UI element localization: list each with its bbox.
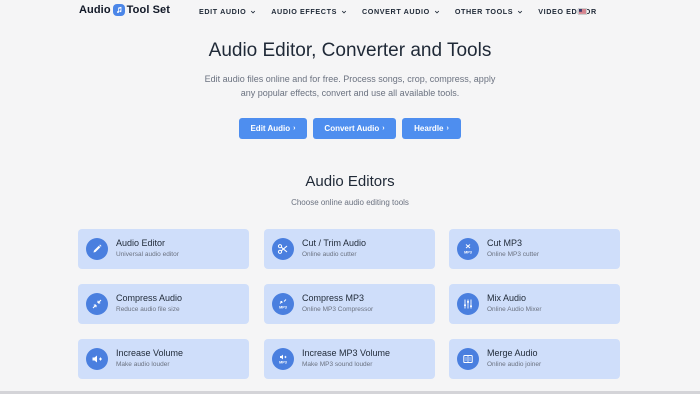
us-flag-icon[interactable]: [578, 8, 587, 15]
edit-audio-button[interactable]: Edit Audio ›: [239, 118, 307, 139]
chevron-down-icon: [434, 10, 439, 13]
tool-card-increase-mp3-volume[interactable]: MP3 Increase MP3 Volume Make MP3 sound l…: [264, 339, 435, 379]
volume-up-icon: [86, 348, 108, 370]
tool-card-compress-audio[interactable]: Compress Audio Reduce audio file size: [78, 284, 249, 324]
main-menu: EDIT AUDIO AUDIO EFFECTS CONVERT AUDIO O…: [199, 7, 612, 16]
tool-title: Compress MP3: [302, 293, 365, 303]
chevron-right-icon: ›: [293, 125, 296, 132]
tool-description: Online Audio Mixer: [487, 306, 542, 313]
mp3-badge-text: MP3: [279, 306, 287, 310]
page-title: Audio Editor, Converter and Tools: [208, 40, 492, 61]
top-navigation: Audio Tool Set EDIT AUDIO AUDIO EFFECTS …: [0, 0, 700, 24]
tool-description: Make MP3 sound louder: [302, 361, 373, 368]
page-subtitle: Edit audio files online and for free. Pr…: [204, 74, 496, 98]
tool-title: Compress Audio: [116, 293, 183, 303]
tool-description: Online audio cutter: [302, 251, 357, 258]
tool-description: Reduce audio file size: [116, 306, 180, 313]
chevron-right-icon: ›: [446, 125, 449, 132]
mixer-icon: [457, 293, 479, 315]
tool-card-cut-trim-audio[interactable]: Cut / Trim Audio Online audio cutter: [264, 229, 435, 269]
menu-label: VIDEO EDITOR: [538, 7, 597, 16]
mp3-badge-text: MP3: [279, 361, 287, 365]
section-subtitle: Choose online audio editing tools: [291, 198, 409, 207]
tool-description: Online audio joiner: [487, 361, 542, 368]
hero-button-group: Edit Audio › Convert Audio › Heardle ›: [0, 118, 700, 139]
tool-title: Cut MP3: [487, 238, 523, 248]
mp3-badge-text: MP3: [464, 251, 472, 255]
music-note-icon: [112, 4, 125, 16]
section-title: Audio Editors: [305, 173, 395, 190]
menu-other-tools[interactable]: OTHER TOOLS: [455, 7, 523, 16]
menu-label: CONVERT AUDIO: [361, 7, 430, 16]
tool-card-audio-editor[interactable]: Audio Editor Universal audio editor: [78, 229, 249, 269]
menu-label: EDIT AUDIO: [199, 7, 247, 16]
compress-icon: [86, 293, 108, 315]
logo-text-toolset: Tool Set: [126, 4, 171, 16]
tool-title: Merge Audio: [487, 348, 538, 358]
chevron-down-icon: [251, 10, 256, 13]
heardle-button[interactable]: Heardle ›: [402, 118, 461, 139]
button-label: Convert Audio: [324, 124, 380, 133]
tool-card-merge-audio[interactable]: Merge Audio Online audio joiner: [449, 339, 620, 379]
tool-title: Increase MP3 Volume: [302, 348, 391, 358]
cut-mp3-icon: MP3: [457, 238, 479, 260]
tool-title: Increase Volume: [116, 348, 184, 358]
tool-description: Online MP3 Compressor: [302, 306, 374, 313]
pencil-icon: [86, 238, 108, 260]
tool-card-compress-mp3[interactable]: MP3 Compress MP3 Online MP3 Compressor: [264, 284, 435, 324]
menu-convert-audio[interactable]: CONVERT AUDIO: [362, 7, 440, 16]
menu-video-editor[interactable]: VIDEO EDITOR: [538, 7, 597, 16]
convert-audio-button[interactable]: Convert Audio ›: [313, 118, 396, 139]
menu-label: AUDIO EFFECTS: [271, 7, 337, 16]
tool-description: Make audio louder: [116, 361, 170, 368]
tool-description: Online MP3 cutter: [487, 251, 540, 258]
chevron-down-icon: [518, 10, 523, 13]
menu-audio-effects[interactable]: AUDIO EFFECTS: [271, 7, 347, 16]
tool-description: Universal audio editor: [116, 251, 179, 258]
compress-mp3-icon: MP3: [272, 293, 294, 315]
mp3-volume-icon: MP3: [272, 348, 294, 370]
tool-card-cut-mp3[interactable]: MP3 Cut MP3 Online MP3 cutter: [449, 229, 620, 269]
tool-card-increase-volume[interactable]: Increase Volume Make audio louder: [78, 339, 249, 379]
merge-icon: [457, 348, 479, 370]
tool-title: Audio Editor: [116, 238, 166, 248]
tool-card-mix-audio[interactable]: Mix Audio Online Audio Mixer: [449, 284, 620, 324]
site-logo[interactable]: Audio Tool Set: [79, 4, 170, 16]
scissors-icon: [272, 238, 294, 260]
logo-text-audio: Audio: [79, 4, 111, 16]
button-label: Edit Audio: [250, 124, 291, 133]
menu-label: OTHER TOOLS: [454, 7, 514, 16]
button-label: Heardle: [414, 124, 444, 133]
chevron-down-icon: [341, 10, 347, 13]
chevron-right-icon: ›: [382, 125, 385, 132]
tool-title: Cut / Trim Audio: [302, 238, 367, 248]
menu-edit-audio[interactable]: EDIT AUDIO: [199, 7, 256, 16]
tool-title: Mix Audio: [487, 293, 527, 303]
